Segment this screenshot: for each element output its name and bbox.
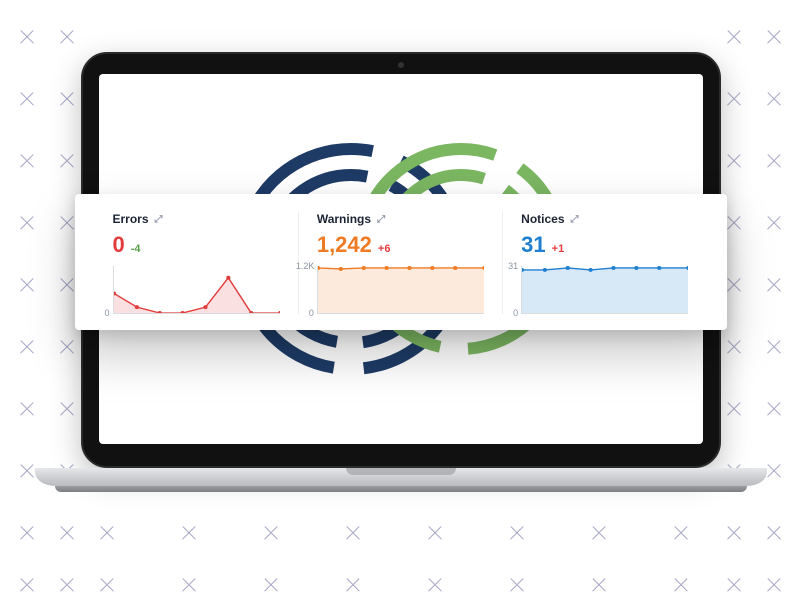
ytick: 0 — [296, 308, 314, 318]
laptop-foot — [55, 486, 747, 492]
laptop-mockup: Errors ⤢ 0 -4 0 — [81, 52, 721, 492]
warnings-value: 1,242 — [317, 232, 372, 258]
panel-title: Errors — [113, 212, 149, 226]
panel-warnings[interactable]: Warnings ⤢ 1,242 +6 1.2K 0 — [298, 212, 502, 314]
expand-icon[interactable]: ⤢ — [377, 214, 385, 225]
camera-dot — [398, 62, 404, 68]
warnings-delta: +6 — [378, 243, 391, 255]
warnings-sparkline: 1.2K 0 — [317, 266, 484, 314]
ytick: 0 — [500, 308, 518, 318]
laptop-base — [35, 468, 767, 486]
notices-sparkline: 31 0 — [521, 266, 688, 314]
laptop-screen: Errors ⤢ 0 -4 0 — [99, 74, 703, 444]
ytick: 0 — [92, 308, 110, 318]
ytick: 31 — [500, 261, 518, 271]
panel-title: Notices — [521, 212, 564, 226]
ytick: 1.2K — [296, 261, 314, 271]
summary-card: Errors ⤢ 0 -4 0 — [75, 194, 727, 330]
notices-delta: +1 — [552, 243, 565, 255]
panel-errors[interactable]: Errors ⤢ 0 -4 0 — [95, 212, 298, 314]
expand-icon[interactable]: ⤢ — [571, 214, 579, 225]
panel-title: Warnings — [317, 212, 371, 226]
expand-icon[interactable]: ⤢ — [155, 214, 163, 225]
laptop-bezel: Errors ⤢ 0 -4 0 — [81, 52, 721, 468]
panel-notices[interactable]: Notices ⤢ 31 +1 31 0 — [502, 212, 706, 314]
notices-value: 31 — [521, 232, 545, 258]
errors-value: 0 — [113, 232, 125, 258]
errors-delta: -4 — [131, 243, 141, 255]
errors-sparkline: 0 — [113, 266, 280, 314]
